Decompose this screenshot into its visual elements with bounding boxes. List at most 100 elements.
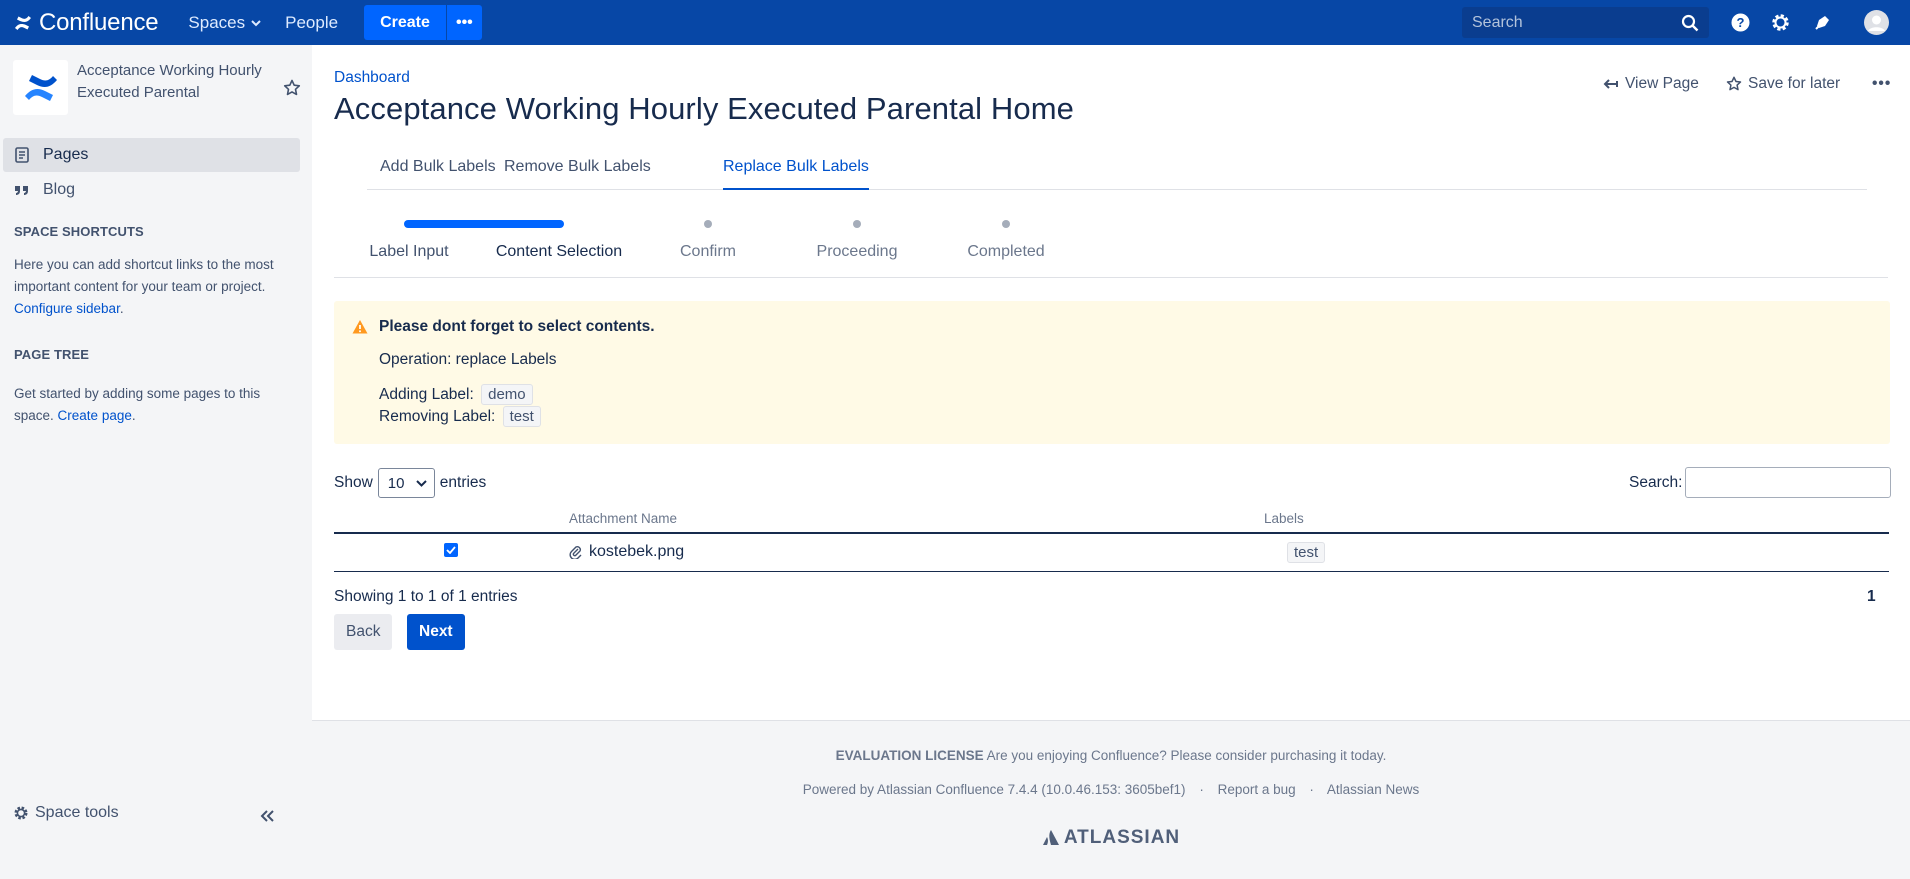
atlassian-icon [1042, 830, 1059, 845]
show-label: Show [334, 474, 373, 491]
step-completed: Completed [931, 220, 1081, 260]
main-content: Dashboard Acceptance Working Hourly Exec… [312, 45, 1910, 720]
confluence-icon [15, 15, 31, 30]
space-logo[interactable] [13, 60, 68, 115]
step-label: Proceeding [816, 243, 898, 260]
license-text: Are you enjoying Confluence? Please cons… [986, 748, 1387, 763]
search-placeholder: Search [1472, 13, 1523, 31]
chevron-down-icon [251, 19, 261, 26]
spaces-label: Spaces [188, 12, 246, 32]
create-page-link[interactable]: Create page [58, 408, 132, 423]
notifications-icon[interactable] [1812, 12, 1833, 33]
breadcrumb[interactable]: Dashboard [334, 69, 410, 87]
atlassian-wordmark: ATLASSIAN [1063, 827, 1181, 848]
paperclip-icon [569, 546, 582, 559]
table-search-input[interactable] [1685, 467, 1892, 498]
page-tree-description: Get started by adding some pages to this… [14, 386, 261, 423]
sidebar-item-label: Blog [43, 181, 76, 198]
people-link[interactable]: People [285, 13, 338, 33]
entries-control: Show 10 entries [334, 468, 486, 498]
tab-replace-bulk-labels[interactable]: Replace Bulk Labels [723, 158, 869, 190]
separator: · [1199, 782, 1204, 797]
create-more-button[interactable]: ••• [445, 5, 482, 40]
search-input[interactable]: Search [1462, 7, 1709, 38]
adding-label-prefix: Adding Label: [379, 386, 474, 403]
step-label: Completed [967, 243, 1045, 260]
step-dot [1002, 220, 1010, 228]
gear-icon[interactable] [1770, 12, 1791, 33]
space-name[interactable]: Acceptance Working Hourly Executed Paren… [77, 60, 287, 115]
save-for-later-label: Save for later [1748, 75, 1841, 92]
label-badge: test [1287, 542, 1326, 563]
footer: EVALUATION LICENSE Are you enjoying Conf… [312, 720, 1910, 879]
step-progress-bar [484, 220, 564, 228]
save-for-later-button[interactable]: Save for later [1726, 75, 1840, 93]
create-group: Create ••• [364, 5, 482, 40]
warning-icon [352, 320, 368, 334]
powered-by: Powered by Atlassian Confluence 7.4.4 (1… [802, 782, 1186, 797]
page-title: Acceptance Working Hourly Executed Paren… [334, 91, 1074, 126]
search-icon [1681, 14, 1699, 31]
atlassian-logo[interactable]: ATLASSIAN [312, 827, 1910, 849]
column-header-labels[interactable]: Labels [1264, 511, 1304, 526]
create-button[interactable]: Create [364, 5, 446, 40]
page-more-button[interactable]: ••• [1872, 75, 1891, 93]
page-icon [15, 147, 29, 163]
removing-label-prefix: Removing Label: [379, 408, 496, 425]
sidebar-item-pages[interactable]: Pages [3, 138, 300, 172]
arrow-back-icon [1603, 79, 1618, 89]
table-header: Attachment Name Labels [334, 505, 1889, 534]
view-page-button[interactable]: View Page [1603, 75, 1699, 93]
entries-select[interactable]: 10 [377, 468, 435, 498]
progress-tracker: Label Input Content Selection Confirm Pr… [334, 220, 1888, 278]
footer-links: Powered by Atlassian Confluence 7.4.4 (1… [312, 782, 1910, 797]
avatar[interactable] [1864, 10, 1889, 35]
entries-label: entries [439, 474, 487, 491]
space-shortcuts-text: Here you can add shortcut links to the m… [14, 257, 274, 316]
license-label: EVALUATION LICENSE [835, 748, 984, 763]
labels-cell: test [1287, 542, 1326, 563]
step-label: Content Selection [495, 243, 623, 260]
attachment-name-cell: kostebek.png [569, 543, 684, 561]
sidebar: Acceptance Working Hourly Executed Paren… [0, 45, 312, 879]
sidebar-item-blog[interactable]: Blog [3, 173, 300, 207]
spaces-menu[interactable]: Spaces [188, 13, 261, 33]
attachment-name[interactable]: kostebek.png [589, 543, 684, 561]
space-shortcuts-heading: SPACE SHORTCUTS [14, 224, 144, 239]
star-icon[interactable] [283, 79, 301, 97]
space-header[interactable]: Acceptance Working Hourly Executed Paren… [13, 60, 287, 115]
confluence-logo[interactable]: Confluence [13, 9, 159, 37]
warning-title: Please dont forget to select contents. [379, 318, 655, 335]
pagination-page[interactable]: 1 [1867, 588, 1876, 606]
entries-select-value: 10 [387, 474, 405, 492]
row-checkbox[interactable] [444, 543, 458, 557]
separator: · [1309, 782, 1314, 797]
table-search-label: Search: [1629, 473, 1683, 491]
step-dot [704, 220, 712, 228]
table-search-control: Search: [1629, 467, 1892, 498]
atlassian-news-link[interactable]: Atlassian News [1327, 782, 1419, 797]
help-icon[interactable]: ? [1730, 12, 1751, 33]
configure-sidebar-link[interactable]: Configure sidebar [14, 301, 120, 316]
next-button[interactable]: Next [407, 614, 465, 650]
step-confirm: Confirm [633, 220, 783, 260]
report-bug-link[interactable]: Report a bug [1218, 782, 1296, 797]
table-row: kostebek.png test [334, 534, 1889, 572]
attachments-table: Attachment Name Labels kostebek.png test [334, 505, 1889, 572]
quote-icon [15, 186, 28, 195]
adding-label-badge: demo [481, 384, 533, 405]
column-header-attachment-name[interactable]: Attachment Name [569, 511, 677, 526]
gear-icon [14, 806, 28, 820]
adding-label-row: Adding Label: demo [379, 384, 533, 405]
bulk-label-tabs: Add Bulk Labels Remove Bulk Labels Repla… [367, 158, 1867, 190]
tab-add-bulk-labels[interactable]: Add Bulk Labels [380, 158, 496, 190]
space-tools-button[interactable]: Space tools [13, 804, 119, 822]
page-tree-text: Get started by adding some pages to this… [14, 386, 261, 423]
tab-remove-bulk-labels[interactable]: Remove Bulk Labels [504, 158, 651, 190]
svg-text:?: ? [1737, 15, 1745, 30]
double-chevron-left-icon[interactable] [258, 808, 276, 824]
chevron-down-icon [416, 480, 427, 487]
top-navigation: Confluence Spaces People Create ••• Sear… [0, 0, 1910, 45]
operation-text: Operation: replace Labels [379, 351, 557, 368]
back-button[interactable]: Back [334, 614, 393, 650]
